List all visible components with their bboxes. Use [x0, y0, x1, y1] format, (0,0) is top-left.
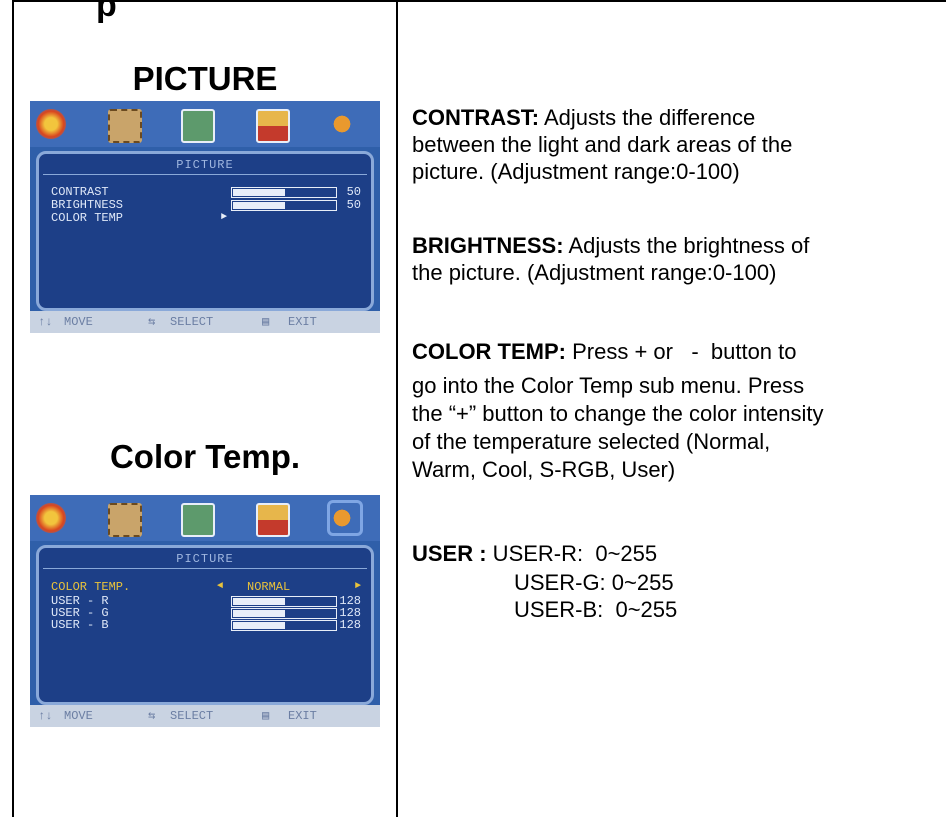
table-top-border: [12, 0, 946, 2]
brightness-term: BRIGHTNESS:: [412, 233, 564, 258]
color-temp-select-row[interactable]: COLOR TEMP. ◄ NORMAL ►: [51, 580, 361, 594]
color-temp-line-3: the “+” button to change the color inten…: [412, 401, 824, 426]
footer-move: MOVE: [64, 315, 93, 329]
osd-footer: ↑↓ MOVE ⇆ SELECT ▤ EXIT: [30, 311, 380, 333]
contrast-description: CONTRAST: Adjusts the difference between…: [412, 104, 792, 185]
color-temp-select-label: COLOR TEMP.: [51, 580, 131, 594]
user-description: USER : USER-R: 0~255: [412, 540, 657, 567]
film-icon: [108, 109, 142, 143]
move-arrows-icon: ↑↓: [38, 315, 53, 329]
color-temp-line-4: of the temperature selected (Normal,: [412, 429, 771, 454]
color-temp-value: NORMAL: [247, 580, 291, 594]
screen-icon: [256, 109, 290, 143]
brightness-bar[interactable]: [231, 200, 337, 211]
color-wheel-icon: [36, 503, 66, 533]
move-arrows-icon: ↑↓: [38, 709, 53, 723]
contrast-label: CONTRAST: [51, 185, 109, 199]
contrast-line-3: picture. (Adjustment range:0-100): [412, 159, 740, 184]
user-b-row[interactable]: USER - B 128: [51, 618, 361, 632]
color-temp-heading: Color Temp.: [109, 438, 301, 475]
submenu-arrow-icon: ►: [221, 212, 228, 223]
contrast-line-1: Adjusts the difference: [539, 105, 756, 130]
film-icon: [108, 503, 142, 537]
osd-panel-title: PICTURE: [176, 552, 234, 566]
select-icon: ⇆: [148, 315, 156, 329]
color-temp-description: COLOR TEMP: Press + or - button to go in…: [412, 338, 824, 484]
left-arrow-icon[interactable]: ◄: [217, 580, 223, 594]
clock-icon: [181, 503, 215, 537]
speaker-icon: [330, 109, 360, 139]
osd-panel-title: PICTURE: [176, 158, 234, 172]
osd-footer: ↑↓ MOVE ⇆ SELECT ▤ EXIT: [30, 705, 380, 727]
brightness-row[interactable]: BRIGHTNESS 50: [51, 198, 361, 212]
brightness-value: 50: [346, 198, 361, 212]
user-r-bar-fill: [233, 598, 285, 605]
brightness-label: BRIGHTNESS: [51, 198, 124, 212]
footer-exit: EXIT: [288, 709, 317, 723]
brightness-bar-fill: [233, 202, 285, 209]
user-b-bar-fill: [233, 622, 285, 629]
exit-icon: ▤: [262, 709, 270, 723]
right-arrow-icon[interactable]: ►: [355, 580, 361, 594]
brightness-description: BRIGHTNESS: Adjusts the brightness of th…: [412, 232, 809, 286]
contrast-line-2: between the light and dark areas of the: [412, 132, 793, 157]
select-icon: ⇆: [148, 709, 156, 723]
user-r-range: USER-R: 0~255: [486, 541, 658, 566]
clock-icon: [181, 109, 215, 143]
user-b-range: USER-B: 0~255: [514, 597, 678, 622]
color-temp-line-1: Press + or - button to: [566, 339, 797, 364]
osd-icon-bar: [30, 101, 380, 147]
osd-icon-bar: [30, 495, 380, 541]
footer-move: MOVE: [64, 709, 93, 723]
color-wheel-icon: [36, 109, 66, 139]
color-temp-line-5: Warm, Cool, S-RGB, User): [412, 457, 676, 482]
table-center-divider: [396, 0, 398, 817]
color-temp-line-2: go into the Color Temp sub menu. Press: [412, 373, 805, 398]
color-temp-term: COLOR TEMP:: [412, 339, 566, 364]
user-b-value: 128: [339, 618, 361, 632]
brightness-line-1: Adjusts the brightness of: [563, 233, 810, 258]
exit-icon: ▤: [262, 315, 270, 329]
user-g-bar-fill: [233, 610, 285, 617]
brightness-line-2: the picture. (Adjustment range:0-100): [412, 260, 777, 285]
contrast-value: 50: [346, 185, 361, 199]
color-temp-label: COLOR TEMP: [51, 211, 124, 225]
osd-panel: PICTURE COLOR TEMP. ◄ NORMAL ► USER - R …: [36, 545, 374, 705]
table-left-border: [12, 0, 14, 817]
footer-exit: EXIT: [288, 315, 317, 329]
contrast-term: CONTRAST:: [412, 105, 540, 130]
contrast-bar-fill: [233, 189, 285, 196]
user-term: USER :: [412, 541, 487, 566]
contrast-row[interactable]: CONTRAST 50: [51, 185, 361, 199]
osd-panel-divider: [43, 568, 367, 569]
osd-panel-divider: [43, 174, 367, 175]
cut-off-title: p: [96, 0, 117, 24]
picture-osd-screen: PICTURE CONTRAST 50 BRIGHTNESS 50 COLOR …: [30, 101, 380, 333]
color-temp-row[interactable]: COLOR TEMP ►: [51, 211, 361, 225]
footer-select: SELECT: [170, 315, 214, 329]
speaker-icon: [327, 500, 363, 536]
picture-heading: PICTURE: [132, 60, 278, 97]
user-b-bar[interactable]: [231, 620, 337, 631]
screen-icon: [256, 503, 290, 537]
color-temp-osd-screen: PICTURE COLOR TEMP. ◄ NORMAL ► USER - R …: [30, 495, 380, 727]
footer-select: SELECT: [170, 709, 214, 723]
osd-panel: PICTURE CONTRAST 50 BRIGHTNESS 50 COLOR …: [36, 151, 374, 311]
user-g-range: USER-G: 0~255: [514, 570, 674, 595]
user-b-label: USER - B: [51, 618, 109, 632]
contrast-bar[interactable]: [231, 187, 337, 198]
